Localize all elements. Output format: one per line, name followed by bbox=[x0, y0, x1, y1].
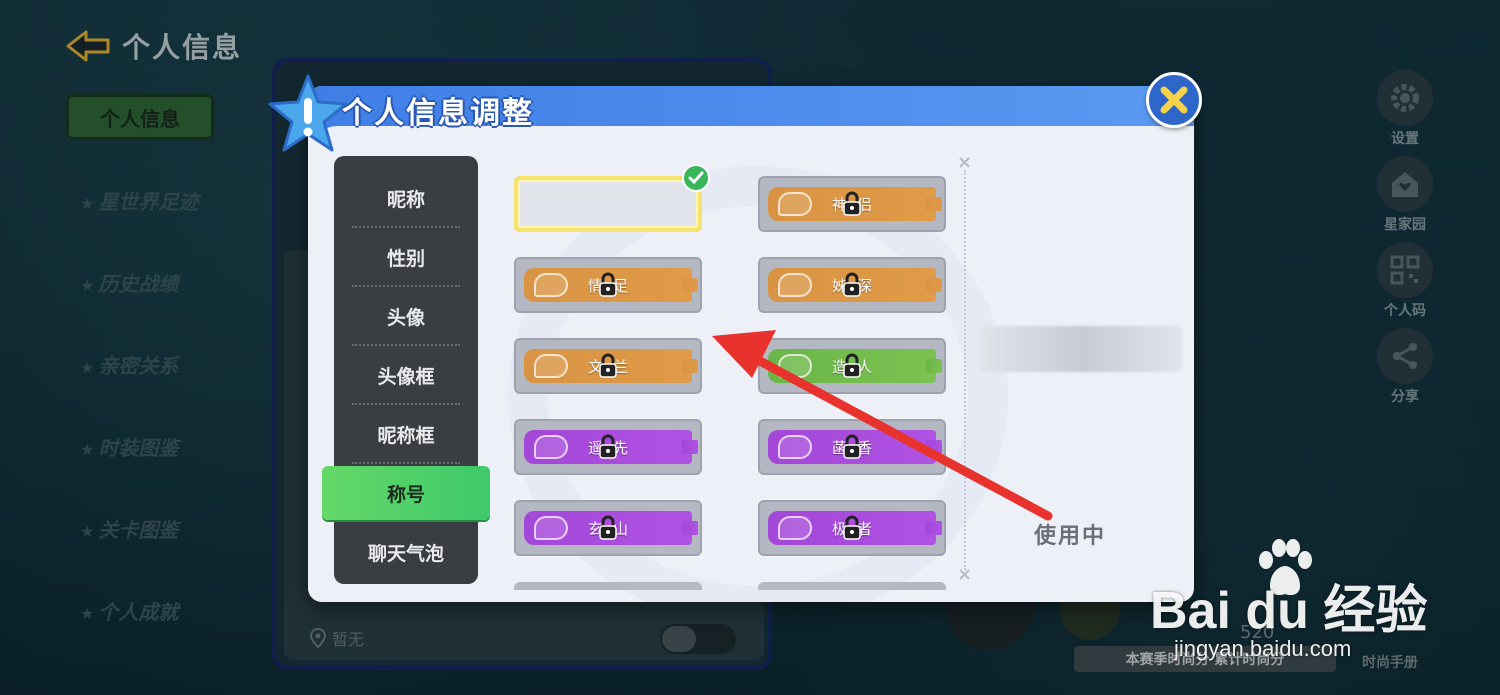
category-nickname[interactable]: 昵称 bbox=[334, 170, 478, 226]
check-icon bbox=[682, 164, 710, 192]
lock-icon bbox=[599, 434, 617, 459]
close-button[interactable] bbox=[1146, 72, 1202, 128]
title-option-partial[interactable] bbox=[514, 582, 702, 590]
title-option[interactable]: 情足 bbox=[514, 257, 702, 313]
title-option[interactable]: 文兰 bbox=[514, 338, 702, 394]
lock-icon bbox=[843, 191, 861, 216]
title-option[interactable]: 极者 bbox=[758, 500, 946, 556]
modal-title: 个人信息调整 bbox=[342, 96, 534, 131]
category-chat-bubble[interactable]: 聊天气泡 bbox=[334, 524, 478, 580]
in-use-label: 使用中 bbox=[1034, 524, 1107, 549]
category-nickname-frame[interactable]: 昵称框 bbox=[334, 406, 478, 462]
panel-separator bbox=[964, 170, 966, 570]
divider bbox=[352, 226, 460, 228]
separator-cap-icon: × bbox=[957, 564, 973, 585]
title-option[interactable]: 菡香 bbox=[758, 419, 946, 475]
close-icon bbox=[1160, 86, 1188, 114]
divider bbox=[352, 403, 460, 405]
title-option-none-selected[interactable] bbox=[514, 176, 702, 232]
modal-title-badge: 个人信息调整 bbox=[262, 70, 562, 160]
divider bbox=[352, 344, 460, 346]
category-avatar-frame[interactable]: 头像框 bbox=[334, 347, 478, 403]
title-option[interactable]: 神侣 bbox=[758, 176, 946, 232]
lock-icon bbox=[843, 434, 861, 459]
lock-icon bbox=[843, 353, 861, 378]
divider bbox=[352, 285, 460, 287]
category-panel: 昵称 性别 头像 头像框 昵称框 称号 聊天气泡 bbox=[322, 156, 490, 584]
lock-icon bbox=[599, 353, 617, 378]
title-preview bbox=[980, 326, 1182, 372]
lock-icon bbox=[843, 272, 861, 297]
title-option[interactable]: 姊深 bbox=[758, 257, 946, 313]
separator-cap-icon: × bbox=[957, 152, 973, 173]
category-title[interactable]: 称号 bbox=[322, 466, 490, 520]
lock-icon bbox=[599, 272, 617, 297]
title-option[interactable]: 造人 bbox=[758, 338, 946, 394]
divider bbox=[352, 462, 460, 464]
title-option[interactable]: 遥先 bbox=[514, 419, 702, 475]
title-option-partial[interactable] bbox=[758, 582, 946, 590]
lock-icon bbox=[843, 515, 861, 540]
lock-icon bbox=[599, 515, 617, 540]
exclamation-star-icon bbox=[268, 74, 348, 152]
category-gender[interactable]: 性别 bbox=[334, 229, 478, 285]
category-avatar[interactable]: 头像 bbox=[334, 288, 478, 344]
title-option[interactable]: 玄山 bbox=[514, 500, 702, 556]
